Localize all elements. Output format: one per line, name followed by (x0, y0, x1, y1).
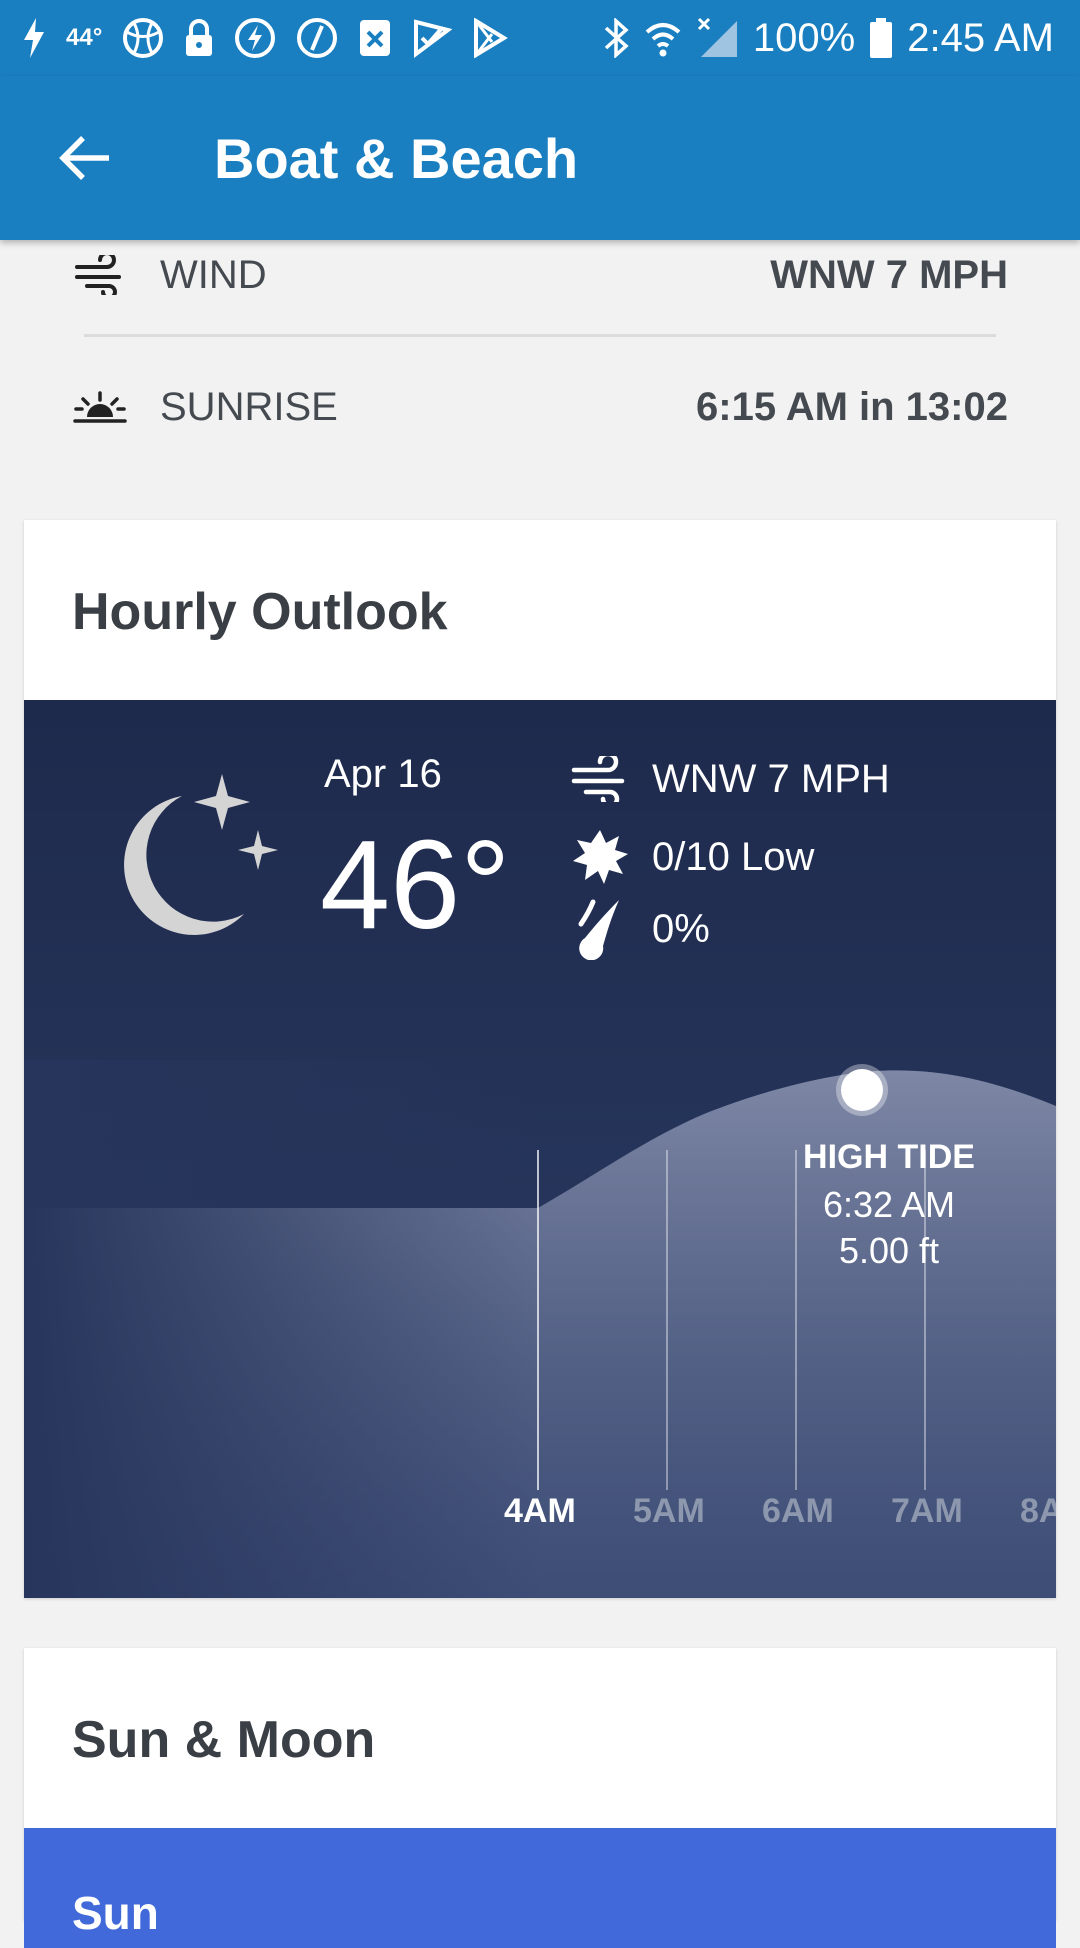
stat-wind-text: WNW 7 MPH (652, 756, 890, 801)
hour-label[interactable]: 6AM (762, 1492, 834, 1531)
bolt-circle-icon (235, 18, 276, 58)
hourly-outlook-card: Hourly Outlook Apr 16 46° WNW 7 MPH 0/10… (24, 520, 1056, 1598)
lock-icon (186, 19, 213, 56)
conditions-list: WIND WNW 7 MPH SUNRISE 6:15 AM in 13:02 (0, 240, 1080, 490)
hour-label[interactable]: 4AM (504, 1492, 576, 1531)
sun-tab-label: Sun (72, 1887, 159, 1939)
tide-height: 5.00 ft (838, 1230, 940, 1271)
sunrise-value: 6:15 AM in 13:02 (696, 384, 1008, 429)
wind-icon (70, 255, 130, 295)
play-store-icon (474, 18, 509, 58)
sun-uv-icon (570, 828, 630, 886)
stat-precip: 0% (570, 898, 710, 960)
divider (84, 334, 996, 337)
app-box-icon (360, 20, 391, 56)
sun-moon-card: Sun & Moon Sun (24, 1648, 1056, 1948)
back-button[interactable] (40, 113, 130, 203)
signal-icon (697, 17, 737, 57)
forecast-temperature: 46° (320, 814, 511, 955)
tide-time: 6:32 AM (822, 1184, 956, 1225)
wifi-icon (645, 23, 681, 57)
tide-title: HIGH TIDE (803, 1138, 975, 1176)
hour-label[interactable]: 5AM (633, 1492, 705, 1531)
status-bar: 44° 100% 2:45 AM (0, 0, 1080, 76)
sunrise-icon (70, 389, 130, 425)
hourly-outlook-panel[interactable]: Apr 16 46° WNW 7 MPH 0/10 Low 0% HIGH TI… (24, 700, 1056, 1598)
notification-icons: 44° (22, 17, 509, 59)
sunrise-label: SUNRISE (160, 384, 338, 429)
sunrise-row: SUNRISE 6:15 AM in 13:02 (70, 372, 1008, 442)
forecast-date: Apr 16 (324, 752, 442, 796)
moon-stars-icon (124, 774, 278, 935)
stat-precip-text: 0% (652, 906, 710, 951)
arrow-left-icon (59, 136, 109, 180)
hourly-outlook-title: Hourly Outlook (72, 583, 448, 641)
wind-row: WIND WNW 7 MPH (70, 240, 1008, 310)
flash-icon (24, 18, 44, 58)
basketball-icon (123, 18, 164, 58)
sun-moon-title: Sun & Moon (72, 1711, 376, 1769)
sun-tab[interactable]: Sun (24, 1828, 1056, 1948)
hour-label[interactable]: 7AM (891, 1492, 963, 1531)
battery-icon (870, 18, 893, 58)
wind-label: WIND (160, 252, 267, 297)
raindrop-icon (570, 898, 630, 960)
wind-value: WNW 7 MPH (770, 252, 1008, 297)
system-indicators: 100% 2:45 AM (603, 16, 1054, 61)
bluetooth-icon (604, 18, 629, 58)
check-flag-icon (414, 19, 453, 58)
temperature-badge: 44° (66, 24, 103, 51)
stat-uv-text: 0/10 Low (652, 834, 815, 879)
stat-uv: 0/10 Low (570, 828, 814, 886)
hour-label[interactable]: 8A (1020, 1492, 1056, 1531)
stat-wind: WNW 7 MPH (570, 756, 890, 802)
edge-circle-icon (297, 18, 338, 58)
wind-icon (570, 756, 630, 802)
clock: 2:45 AM (907, 15, 1054, 60)
app-bar: Boat & Beach (0, 76, 1080, 240)
page-title: Boat & Beach (214, 126, 579, 190)
battery-percent: 100% (752, 15, 856, 60)
